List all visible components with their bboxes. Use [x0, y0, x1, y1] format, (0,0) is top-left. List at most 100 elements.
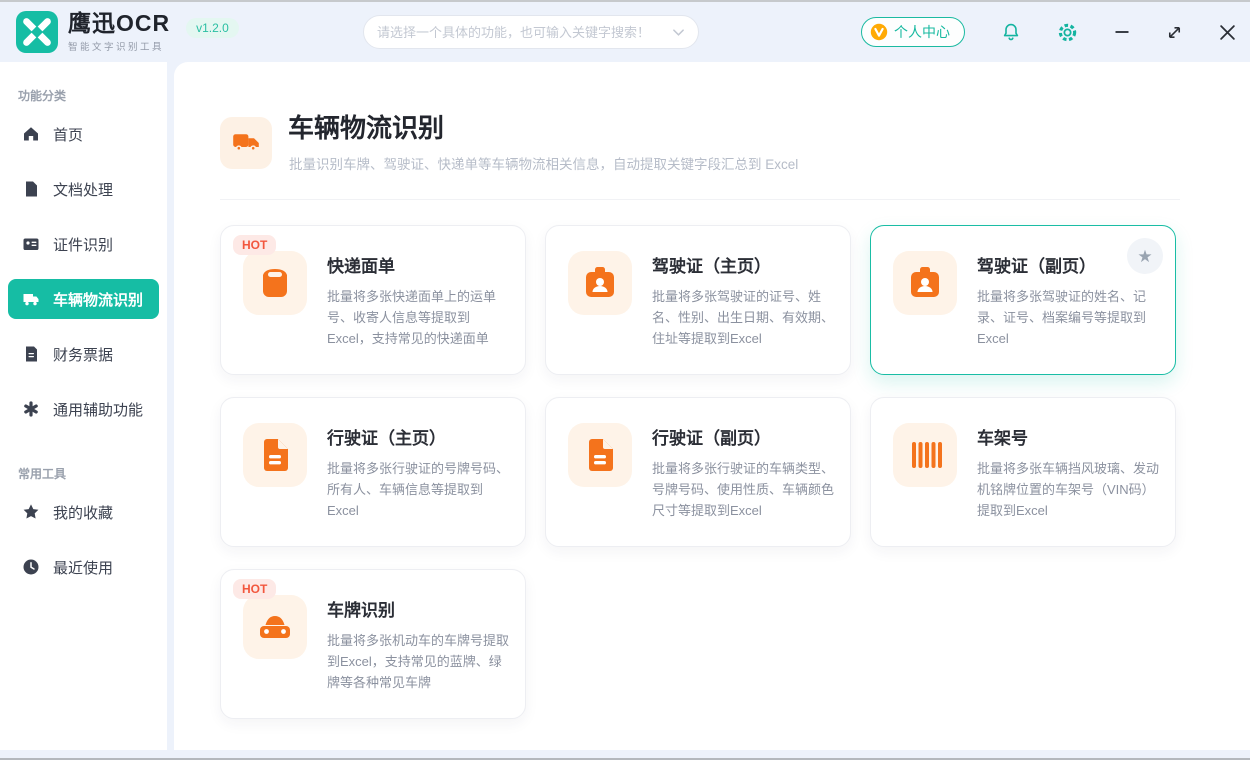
sidebar-item-label: 车辆物流识别: [53, 289, 143, 310]
search-input[interactable]: [377, 25, 672, 40]
card-body: 车牌识别 批量将多张机动车的车牌号提取到Excel，支持常见的蓝牌、绿牌等各种常…: [327, 596, 509, 693]
settings-flower-icon: [22, 400, 40, 418]
sidebar-item-home[interactable]: 首页: [8, 114, 159, 154]
parcel-icon: [255, 263, 295, 303]
app-logo: [16, 11, 58, 53]
card-description: 批量将多张行驶证的车辆类型、号牌号码、使用性质、车辆颜色尺寸等提取到Excel: [652, 458, 834, 521]
gear-icon: [1057, 22, 1078, 43]
card-icon-box: [243, 595, 307, 659]
vin-bars-icon: [905, 435, 945, 475]
card-description: 批量将多张行驶证的号牌号码、所有人、车辆信息等提取到Excel: [327, 458, 509, 521]
sidebar-item-label: 财务票据: [53, 344, 113, 365]
version-badge: v1.2.0: [186, 18, 239, 38]
brand-block: 鹰迅OCR 智能文字识别工具: [68, 11, 170, 53]
feature-card-vehicle-license-second[interactable]: 行驶证（副页） 批量将多张行驶证的车辆类型、号牌号码、使用性质、车辆颜色尺寸等提…: [545, 397, 851, 547]
feature-card-drivers-license-main[interactable]: 驾驶证（主页） 批量将多张驾驶证的证号、姓名、性别、出生日期、有效期、住址等提取…: [545, 225, 851, 375]
feature-card-drivers-license-second[interactable]: ★ 驾驶证（副页） 批量将多张驾驶证的姓名、记录、证号、档案编号等提取到Exce…: [870, 225, 1176, 375]
card-body: 行驶证（副页） 批量将多张行驶证的车辆类型、号牌号码、使用性质、车辆颜色尺寸等提…: [652, 424, 834, 521]
resize-icon: [1166, 24, 1183, 41]
notifications-button[interactable]: [1001, 22, 1021, 42]
card-description: 批量将多张驾驶证的证号、姓名、性别、出生日期、有效期、住址等提取到Excel: [652, 286, 834, 349]
card-title: 车牌识别: [327, 596, 509, 621]
truck-icon: [230, 127, 262, 159]
category-icon-box: [220, 117, 272, 169]
sidebar-item-vehicle-logistics[interactable]: 车辆物流识别: [8, 279, 159, 319]
card-icon-box: [243, 423, 307, 487]
card-title: 驾驶证（主页）: [652, 252, 834, 277]
card-icon-box: [893, 423, 957, 487]
sidebar-item-label: 我的收藏: [53, 502, 113, 523]
feature-card-license-plate[interactable]: HOT 车牌识别 批量将多张机动车的车牌号提取到Excel，支持常见的蓝牌、绿牌…: [220, 569, 526, 719]
sidebar-item-favorites[interactable]: 我的收藏: [8, 492, 159, 532]
card-title: 快递面单: [327, 252, 509, 277]
sidebar: 功能分类 首页 文档处理 证件识别 车辆物流识别: [0, 62, 167, 750]
card-body: 快递面单 批量将多张快递面单上的运单号、收寄人信息等提取到Excel，支持常见的…: [327, 252, 509, 349]
topbar: 鹰迅OCR 智能文字识别工具 v1.2.0 个人中心: [0, 2, 1250, 62]
vip-badge-icon: [870, 23, 888, 41]
sidebar-item-label: 通用辅助功能: [53, 399, 143, 420]
sidebar-item-recent[interactable]: 最近使用: [8, 547, 159, 587]
sidebar-item-financial-receipts[interactable]: 财务票据: [8, 334, 159, 374]
document-icon: [22, 180, 40, 198]
minimize-icon: [1114, 24, 1130, 40]
minimize-button[interactable]: [1114, 24, 1130, 40]
card-description: 批量将多张车辆挡风玻璃、发动机铭牌位置的车架号（VIN码）提取到Excel: [977, 458, 1159, 521]
sidebar-item-label: 证件识别: [53, 234, 113, 255]
function-search[interactable]: [363, 15, 699, 49]
receipt-icon: [22, 345, 40, 363]
app-title: 鹰迅OCR: [68, 11, 170, 36]
card-description: 批量将多张驾驶证的姓名、记录、证号、档案编号等提取到Excel: [977, 286, 1159, 349]
user-center-button[interactable]: 个人中心: [861, 17, 965, 47]
card-icon-box: [893, 251, 957, 315]
star-icon: [22, 503, 40, 521]
page-subtitle: 批量识别车牌、驾驶证、快递单等车辆物流相关信息，自动提取关键字段汇总到 Exce…: [289, 153, 798, 173]
id-card-icon: [22, 235, 40, 253]
hot-badge: HOT: [233, 579, 276, 599]
topbar-actions: 个人中心: [861, 2, 1236, 62]
feature-card-express-waybill[interactable]: HOT 快递面单 批量将多张快递面单上的运单号、收寄人信息等提取到Excel，支…: [220, 225, 526, 375]
app-subtitle: 智能文字识别工具: [68, 39, 170, 53]
sidebar-item-label: 文档处理: [53, 179, 113, 200]
sidebar-item-id-recognition[interactable]: 证件识别: [8, 224, 159, 264]
sidebar-item-general-tools[interactable]: 通用辅助功能: [8, 389, 159, 429]
card-title: 车架号: [977, 424, 1159, 449]
main-panel: 车辆物流识别 批量识别车牌、驾驶证、快递单等车辆物流相关信息，自动提取关键字段汇…: [174, 62, 1250, 750]
feature-card-vin[interactable]: 车架号 批量将多张车辆挡风玻璃、发动机铭牌位置的车架号（VIN码）提取到Exce…: [870, 397, 1176, 547]
card-icon-box: [568, 251, 632, 315]
card-icon-box: [568, 423, 632, 487]
sidebar-section-title: 功能分类: [18, 87, 167, 104]
logo-x-icon: [16, 11, 58, 53]
app-window: { "colors": { "accent_teal": "#16bda4", …: [0, 0, 1250, 760]
close-button[interactable]: [1219, 24, 1236, 41]
card-body: 驾驶证（主页） 批量将多张驾驶证的证号、姓名、性别、出生日期、有效期、住址等提取…: [652, 252, 834, 349]
resize-button[interactable]: [1166, 24, 1183, 41]
chevron-down-icon[interactable]: [672, 26, 685, 39]
card-title: 行驶证（主页）: [327, 424, 509, 449]
card-description: 批量将多张机动车的车牌号提取到Excel，支持常见的蓝牌、绿牌等各种常见车牌: [327, 630, 509, 693]
close-icon: [1219, 24, 1236, 41]
sidebar-item-label: 最近使用: [53, 557, 113, 578]
feature-card-vehicle-license-main[interactable]: 行驶证（主页） 批量将多张行驶证的号牌号码、所有人、车辆信息等提取到Excel: [220, 397, 526, 547]
user-center-label: 个人中心: [894, 22, 950, 42]
clock-icon: [22, 558, 40, 576]
car-icon: [255, 607, 295, 647]
sidebar-item-label: 首页: [53, 124, 83, 145]
card-icon-box: [243, 251, 307, 315]
id-badge-icon: [580, 263, 620, 303]
home-icon: [22, 125, 40, 143]
id-badge-icon: [905, 263, 945, 303]
sidebar-item-documents[interactable]: 文档处理: [8, 169, 159, 209]
document-icon: [255, 435, 295, 475]
truck-icon: [22, 290, 40, 308]
card-description: 批量将多张快递面单上的运单号、收寄人信息等提取到Excel，支持常见的快递面单: [327, 286, 509, 349]
card-body: 行驶证（主页） 批量将多张行驶证的号牌号码、所有人、车辆信息等提取到Excel: [327, 424, 509, 521]
card-title: 行驶证（副页）: [652, 424, 834, 449]
document-icon: [580, 435, 620, 475]
header-divider: [220, 199, 1180, 200]
card-body: 驾驶证（副页） 批量将多张驾驶证的姓名、记录、证号、档案编号等提取到Excel: [977, 252, 1159, 349]
card-body: 车架号 批量将多张车辆挡风玻璃、发动机铭牌位置的车架号（VIN码）提取到Exce…: [977, 424, 1159, 521]
page-title: 车辆物流识别: [288, 108, 444, 145]
sidebar-section-title: 常用工具: [18, 465, 167, 482]
settings-button[interactable]: [1057, 22, 1078, 43]
card-title: 驾驶证（副页）: [977, 252, 1159, 277]
